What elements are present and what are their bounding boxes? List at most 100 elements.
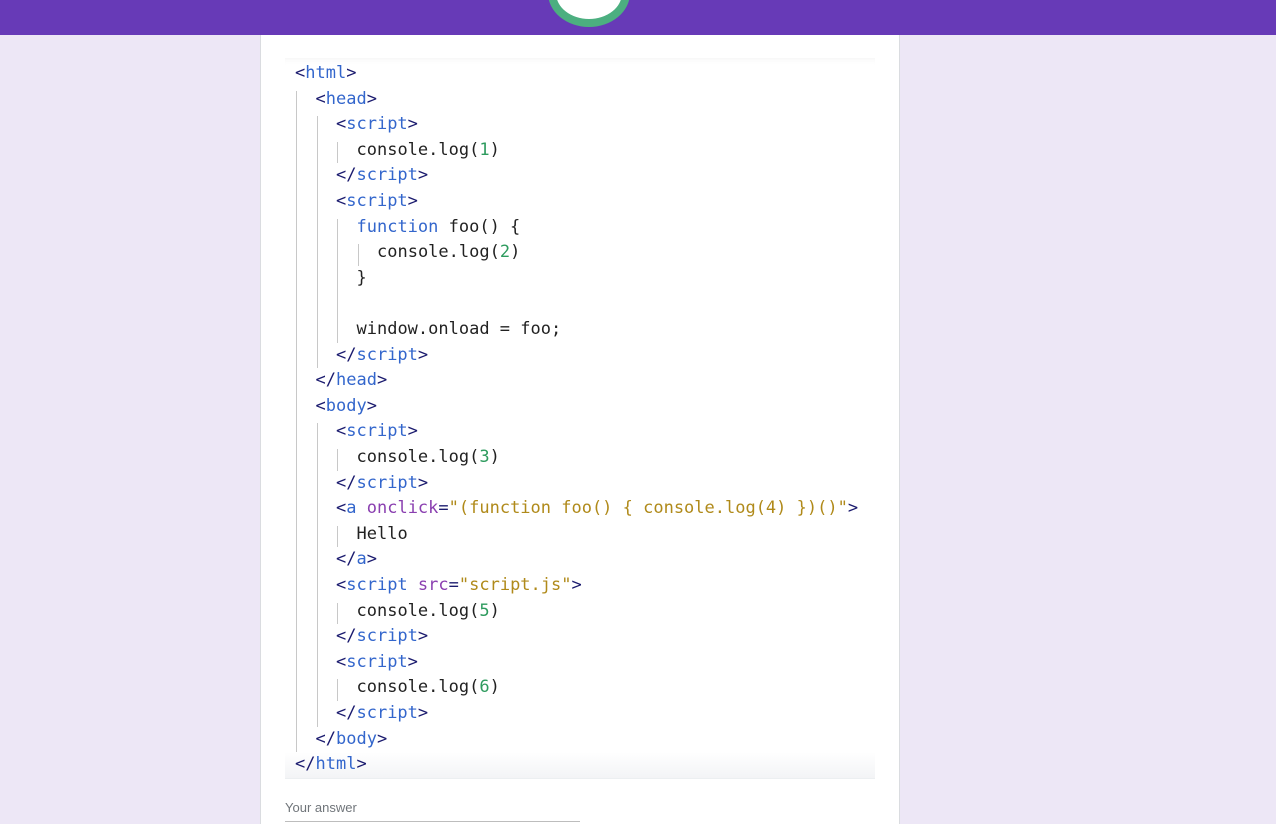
code-token: script (356, 626, 418, 647)
code-token: </ (336, 703, 357, 723)
code-token: function (356, 216, 439, 237)
code-line: console.log(1) (357, 138, 500, 163)
code-token: 2 (499, 242, 511, 263)
code-line: console.log(3) (357, 445, 500, 470)
indent-guide (337, 141, 338, 164)
code-token: ) (489, 139, 500, 160)
code-token: script (356, 165, 418, 186)
code-token: body (335, 728, 377, 749)
indent-guide (316, 116, 318, 369)
code-line: </a> (336, 547, 377, 572)
code-token: > (417, 165, 429, 186)
code-line: <script> (336, 112, 418, 137)
code-line: Hello (357, 522, 408, 547)
code-token: > (571, 575, 582, 595)
code-token: a (346, 498, 357, 519)
code-token: = (438, 498, 449, 519)
code-token: "(function foo() { console.log(4) })()" (448, 498, 848, 519)
code-token: > (417, 344, 429, 365)
code-token: script (356, 472, 418, 493)
code-token: > (417, 626, 429, 647)
code-line: </script> (336, 624, 428, 649)
code-token: script (346, 421, 408, 442)
code-line: <head> (316, 87, 377, 112)
code-line: <script src="script.js"> (336, 573, 582, 598)
code-token: > (407, 114, 418, 135)
code-token: html (315, 754, 357, 775)
code-token: window.onload = foo; (356, 319, 562, 339)
code-token: console.log( (356, 600, 480, 621)
code-line: console.log(2) (377, 240, 520, 265)
code-snippet-image: <html> <head> <script> console.log(1) </scri… (285, 58, 875, 779)
code-line: function foo() { (357, 215, 521, 240)
code-line: console.log(6) (357, 675, 500, 700)
code-token: ) (489, 677, 500, 698)
code-token: > (847, 498, 859, 519)
code-token: > (356, 754, 367, 775)
image-bottom-shade (285, 752, 875, 778)
code-token: </ (315, 728, 336, 749)
code-line: <script> (336, 419, 418, 444)
code-token: </ (336, 549, 357, 570)
code-token: </ (295, 754, 316, 775)
answer-input-placeholder: Your answer (285, 800, 357, 815)
code-token: console.log( (356, 447, 480, 467)
code-token: </ (336, 344, 357, 365)
code-token: </ (336, 472, 357, 493)
code-token: ) (510, 242, 521, 263)
code-token: </ (336, 626, 357, 647)
code-token: < (315, 88, 326, 109)
code-token: > (407, 421, 418, 442)
code-token: < (336, 114, 347, 135)
indent-guide (296, 90, 297, 753)
code-token: console.log( (356, 677, 480, 698)
code-token: < (336, 191, 347, 211)
code-token: </ (315, 370, 336, 391)
code-line: <body> (316, 394, 377, 419)
code-token: body (325, 395, 367, 416)
code-token: console.log( (356, 139, 480, 160)
code-token: < (295, 63, 306, 83)
indent-guide (337, 449, 338, 471)
code-token: head (335, 370, 377, 391)
code-token: script (346, 191, 408, 211)
code-token: 5 (479, 600, 490, 621)
code-line: </script> (336, 471, 428, 496)
code-token: script (346, 575, 408, 595)
code-line: </head> (316, 368, 388, 393)
code-token: head (325, 88, 367, 109)
answer-input[interactable] (285, 821, 580, 822)
code-token: ) (489, 447, 500, 467)
code-token: script (346, 651, 408, 672)
indent-guide (337, 218, 338, 343)
code-token: } (356, 267, 367, 288)
code-line: <script> (336, 189, 418, 214)
code-token: html (305, 63, 347, 83)
code-line: </script> (336, 343, 428, 368)
indent-guide (337, 679, 338, 701)
code-token: 1 (479, 139, 490, 160)
code-token: script (346, 114, 408, 135)
code-token: src (417, 575, 449, 595)
indent-guide (337, 602, 338, 625)
progress-ring (548, 0, 630, 27)
code-token: > (366, 395, 377, 416)
code-token: > (417, 703, 429, 723)
code-line: window.onload = foo; (357, 317, 562, 342)
code-token: 3 (479, 447, 490, 467)
code-token: </ (336, 165, 357, 186)
code-token: script (356, 344, 418, 365)
indent-guide (337, 525, 338, 548)
code-line: <script> (336, 650, 418, 675)
code-token: foo() { (438, 216, 521, 237)
code-token: > (366, 549, 377, 570)
code-line: <a onclick="(function foo() { console.lo… (336, 496, 858, 521)
code-token: > (407, 651, 418, 672)
indent-guide (357, 244, 359, 266)
code-token: > (407, 191, 418, 211)
code-token: > (417, 472, 429, 493)
code-token: a (356, 549, 367, 570)
code-token: > (376, 728, 388, 749)
code-token: > (376, 370, 388, 391)
